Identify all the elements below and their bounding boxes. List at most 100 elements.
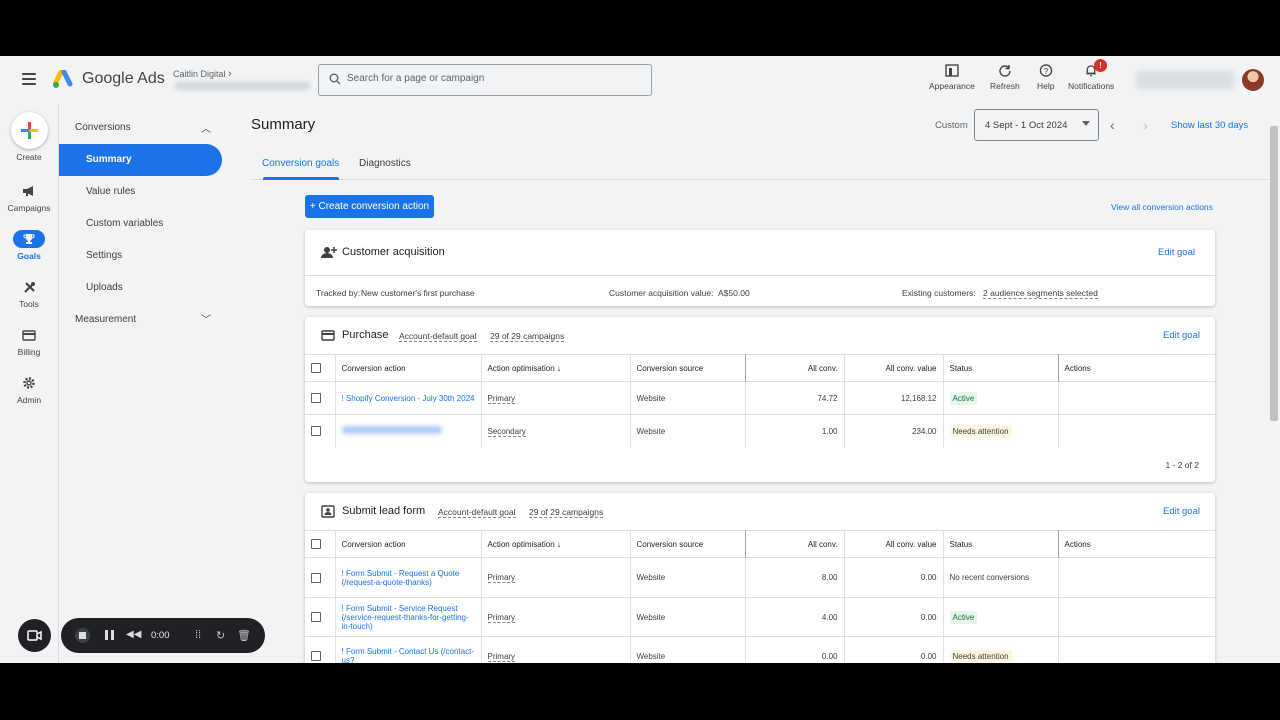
row-checkbox[interactable]	[311, 572, 321, 583]
all-conv-value-amount: 0.00	[844, 557, 944, 598]
search-input[interactable]	[347, 73, 637, 84]
optimisation-value[interactable]: Secondary	[487, 426, 526, 437]
lead-form-table: Conversion action Action optimisation ↓ …	[305, 530, 1215, 663]
stop-recording-button[interactable]	[75, 628, 90, 643]
nav-campaigns-label: Campaigns	[7, 203, 51, 213]
restart-icon[interactable]: ↻	[216, 629, 225, 642]
help-button[interactable]: ? Help	[1037, 64, 1054, 91]
subnav-item-custom-variables[interactable]: Custom variables	[86, 218, 163, 229]
chevron-right-icon[interactable]: ›	[228, 68, 232, 80]
user-info-redacted	[1136, 71, 1234, 89]
trash-icon[interactable]: 🗑	[237, 629, 251, 642]
subnav-item-settings[interactable]: Settings	[86, 250, 122, 261]
col-status[interactable]: Status	[943, 530, 1059, 558]
optimisation-value[interactable]: Primary	[487, 612, 516, 623]
plus-icon	[21, 122, 38, 139]
conversion-action-link[interactable]: ! Form Submit - Contact Us (/contact-us?	[342, 647, 475, 663]
nav-campaigns[interactable]: Campaigns	[0, 182, 58, 213]
optimisation-value[interactable]: Primary	[487, 573, 516, 583]
account-default-goal-label[interactable]: Account-default goal	[399, 331, 477, 342]
audience-segments-link[interactable]: 2 audience segments selected	[983, 288, 1098, 299]
nav-tools-label: Tools	[19, 299, 39, 309]
date-range-picker[interactable]: 4 Sept - 1 Oct 2024	[974, 109, 1099, 141]
notifications-label: Notifications	[1068, 81, 1115, 91]
date-range-label: Custom	[935, 120, 968, 131]
conversion-action-link[interactable]: ! Shopify Conversion - July 30th 2024	[342, 394, 475, 403]
search-box[interactable]	[318, 64, 652, 96]
pause-icon[interactable]	[105, 630, 114, 640]
col-conversion-action[interactable]: Conversion action	[335, 530, 482, 558]
col-all-conv-value[interactable]: All conv. value	[844, 530, 944, 558]
create-button[interactable]	[11, 112, 48, 149]
conversion-action-link[interactable]: ! Form Submit - Service Request (/servic…	[342, 604, 475, 631]
conversion-action-redacted[interactable]	[341, 426, 442, 435]
status-badge: Needs attention	[949, 424, 1012, 438]
create-conversion-action-button[interactable]: + Create conversion action	[305, 195, 434, 218]
col-conversion-action[interactable]: Conversion action	[335, 354, 482, 382]
contact-form-icon	[321, 505, 335, 518]
nav-admin[interactable]: Admin	[0, 374, 58, 405]
next-period-icon[interactable]: ›	[1143, 117, 1148, 133]
status-text: No recent conversions	[949, 573, 1030, 582]
notifications-button[interactable]: Notifications	[1068, 64, 1114, 91]
tab-diagnostics[interactable]: Diagnostics	[359, 158, 411, 169]
subnav-item-uploads[interactable]: Uploads	[86, 282, 123, 293]
avatar[interactable]	[1242, 69, 1264, 91]
refresh-button[interactable]: Refresh	[990, 64, 1020, 91]
top-bar: Google Ads Caitlin Digital › Appearance …	[0, 56, 1280, 104]
col-conversion-source[interactable]: Conversion source	[630, 354, 746, 382]
chevron-up-icon[interactable]: ︿	[201, 120, 211, 135]
row-checkbox[interactable]	[311, 426, 321, 437]
menu-icon[interactable]	[22, 73, 36, 85]
campaigns-count-link[interactable]: 29 of 29 campaigns	[529, 507, 604, 518]
row-checkbox[interactable]	[311, 393, 321, 403]
campaigns-count-link[interactable]: 29 of 29 campaigns	[490, 331, 565, 342]
select-all-checkbox[interactable]	[311, 363, 321, 373]
account-default-goal-label[interactable]: Account-default goal	[438, 507, 516, 518]
acquisition-value: A$50.00	[718, 288, 750, 298]
view-all-conversion-actions-link[interactable]: View all conversion actions	[1111, 202, 1213, 212]
show-last-30-days-link[interactable]: Show last 30 days	[1171, 120, 1248, 131]
col-all-conv[interactable]: All conv.	[745, 354, 845, 382]
nav-billing-label: Billing	[17, 347, 41, 357]
tab-conversion-goals[interactable]: Conversion goals	[262, 158, 339, 169]
svg-text:?: ?	[1043, 66, 1048, 76]
chevron-down-icon[interactable]: ﹀	[201, 311, 211, 326]
nav-tools[interactable]: Tools	[0, 278, 58, 309]
subnav-item-value-rules[interactable]: Value rules	[86, 186, 135, 197]
edit-goal-link[interactable]: Edit goal	[1163, 330, 1200, 341]
edit-goal-link[interactable]: Edit goal	[1158, 247, 1195, 258]
select-all-checkbox[interactable]	[311, 539, 321, 549]
col-action-optimisation[interactable]: Action optimisation ↓	[481, 530, 631, 558]
vertical-scrollbar[interactable]	[1270, 126, 1278, 421]
col-action-optimisation[interactable]: Action optimisation ↓	[481, 354, 631, 382]
purchase-goal-card: Purchase Account-default goal 29 of 29 c…	[305, 317, 1215, 482]
nav-billing[interactable]: Billing	[0, 326, 58, 357]
camera-toggle-button[interactable]	[18, 619, 51, 652]
conversion-action-link[interactable]: ! Form Submit - Request a Quote (/reques…	[342, 569, 475, 587]
nav-goals-label: Goals	[17, 251, 41, 261]
subnav-item-summary[interactable]: Summary	[59, 144, 222, 176]
row-checkbox[interactable]	[311, 612, 321, 622]
subnav-section-conversions[interactable]: Conversions	[75, 122, 131, 133]
appearance-button[interactable]: Appearance	[929, 64, 975, 91]
row-checkbox[interactable]	[311, 651, 321, 662]
rewind-icon[interactable]: ◀◀	[126, 629, 141, 640]
acquisition-details: Tracked by: New customer's first purchas…	[305, 275, 1215, 306]
subnav-section-measurement[interactable]: Measurement	[75, 314, 136, 325]
edit-goal-link[interactable]: Edit goal	[1163, 506, 1200, 517]
col-all-conv-value[interactable]: All conv. value	[844, 354, 944, 382]
drag-handle-icon[interactable]: ⁞⁞	[195, 629, 201, 641]
table-row: Secondary Website 1.00 234.00 Needs atte…	[305, 414, 1215, 448]
optimisation-value[interactable]: Primary	[487, 651, 516, 662]
col-status[interactable]: Status	[943, 354, 1059, 382]
account-name[interactable]: Caitlin Digital	[173, 69, 226, 79]
credit-card-icon	[321, 330, 335, 341]
nav-goals[interactable]: Goals	[0, 230, 58, 261]
prev-period-icon[interactable]: ‹	[1110, 117, 1115, 133]
all-conv-value: 4.00	[745, 597, 845, 637]
col-all-conv[interactable]: All conv.	[745, 530, 845, 558]
col-conversion-source[interactable]: Conversion source	[630, 530, 746, 558]
optimisation-value[interactable]: Primary	[487, 393, 516, 404]
dropdown-arrow-icon	[1082, 121, 1090, 126]
